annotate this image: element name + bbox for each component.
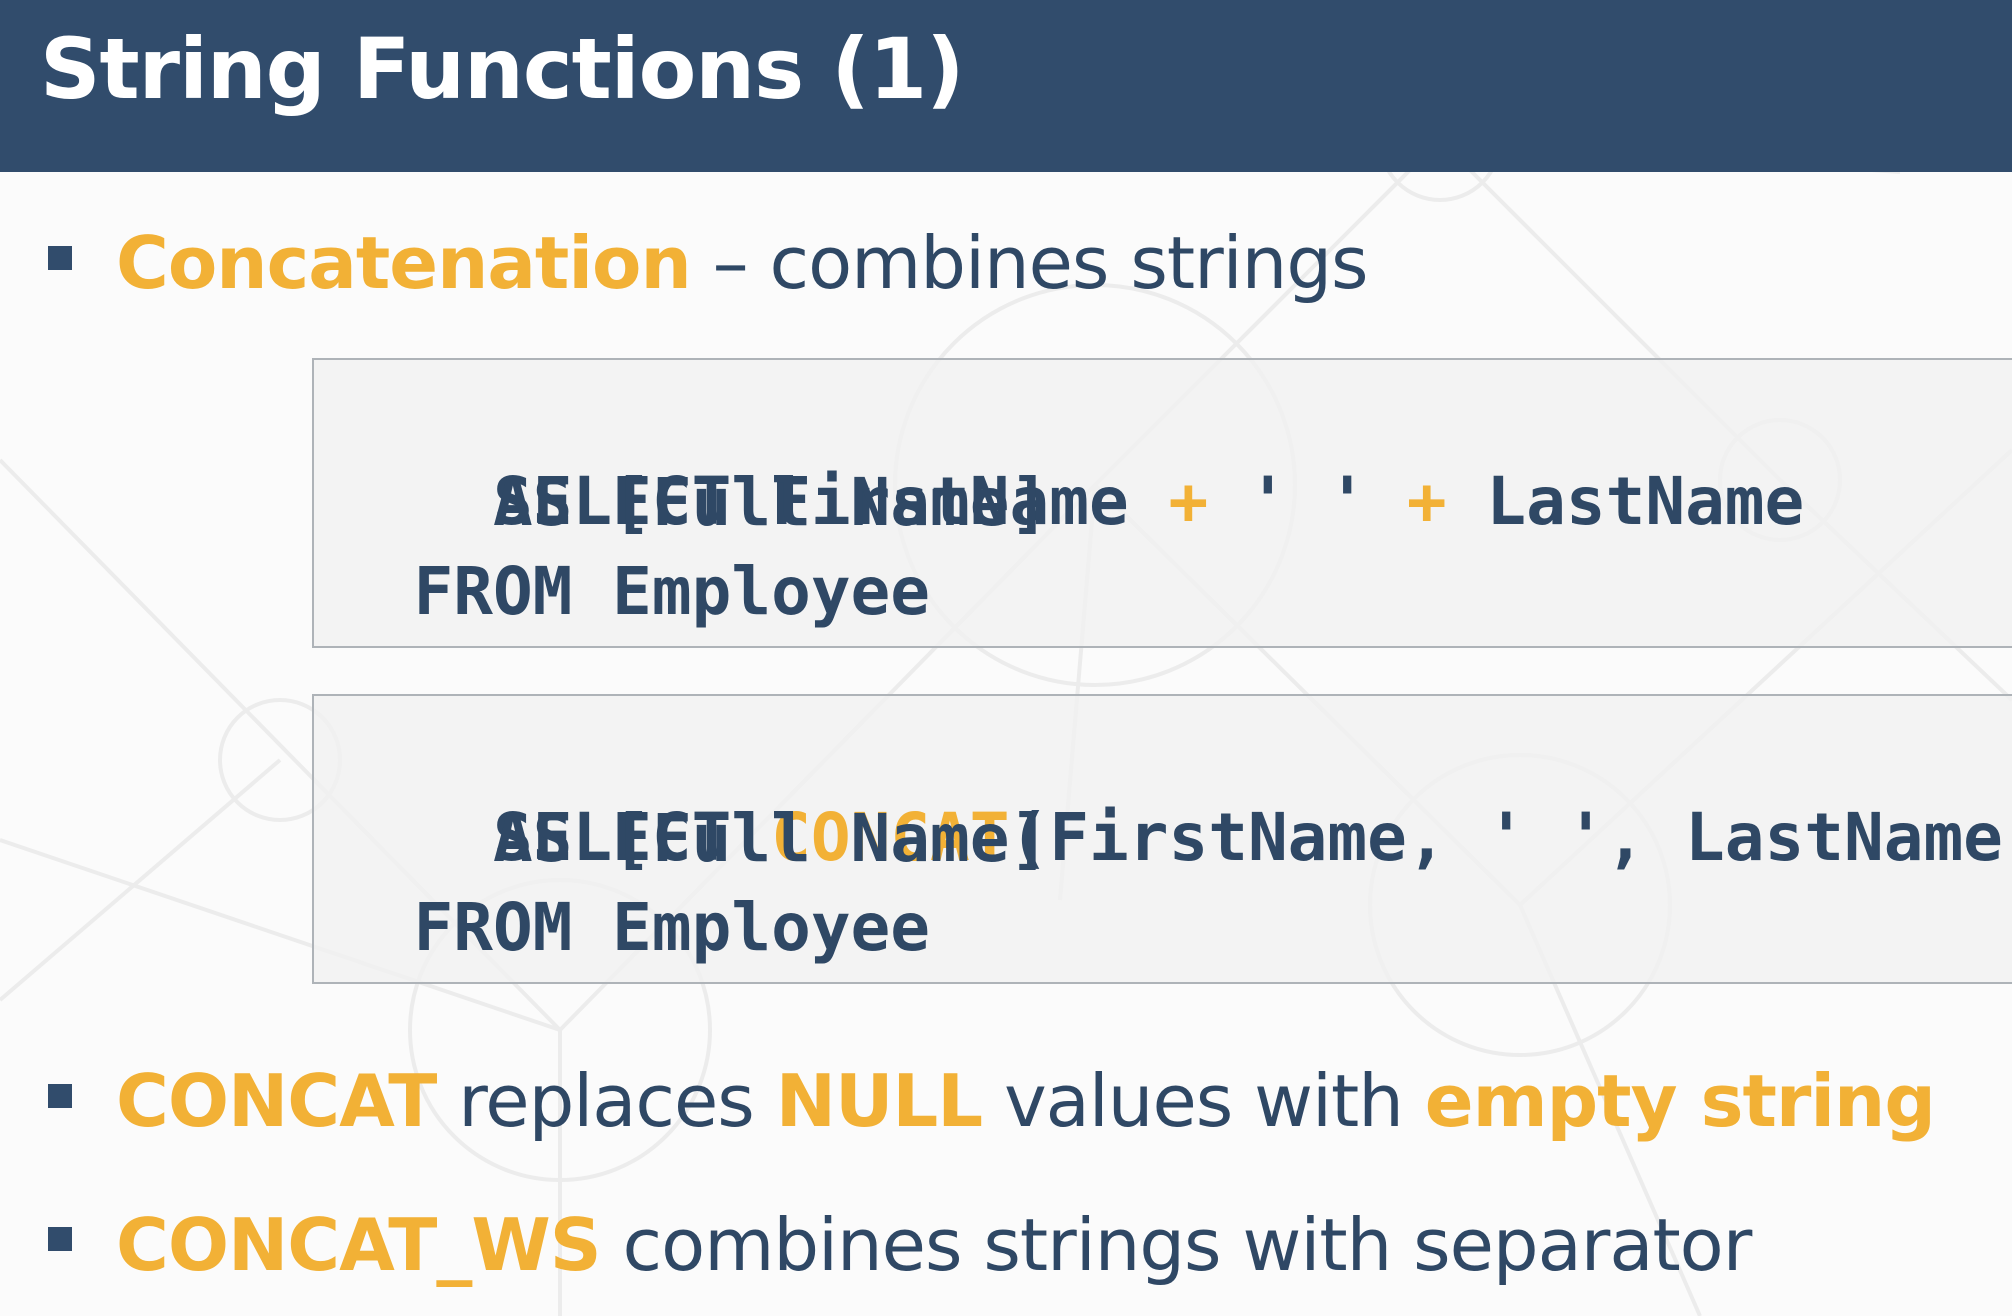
bullet-text: CONCAT_WS combines strings with separato… [116,1200,1753,1290]
background-line [0,758,282,1002]
empty-string-term: empty string [1424,1059,1936,1143]
bullet-text: Concatenation – combines strings [116,218,1369,308]
bullet-concat-null: CONCAT replaces NULL values with empty s… [0,1052,2012,1148]
concat-arguments: (FirstName, ' ', LastName) [1009,799,2012,876]
code-line-3: FROM Employee [334,553,931,630]
bullet-square-icon [48,246,72,270]
code-line-2: AS [Full Name] [334,800,1050,877]
code-line-3: FROM Employee [334,889,931,966]
title-bar: String Functions (1) [0,0,2012,172]
concatenation-term: Concatenation [116,221,692,305]
lastname-token: LastName [1446,463,1805,540]
bullet-concat-ws: CONCAT_WS combines strings with separato… [0,1198,2012,1294]
null-term: NULL [775,1059,983,1143]
concat-ws-description: combines strings with separator [600,1203,1753,1287]
code-block-plus-operator: SELECT FirstName + ' ' + LastName AS [Fu… [312,358,2012,648]
space-string-token: ' ' [1208,463,1407,540]
plus-operator: + [1406,463,1447,540]
bullet-square-icon [48,1084,72,1108]
concat-term: CONCAT [116,1059,437,1143]
bullet-text: CONCAT replaces NULL values with empty s… [116,1056,1936,1146]
plus-operator: + [1168,463,1209,540]
replaces-text: replaces [436,1059,776,1143]
bullet-square-icon [48,1227,72,1251]
bullet-concatenation: Concatenation – combines strings [0,216,2012,312]
page-title: String Functions (1) [40,20,965,118]
code-block-concat-function: SELECT CONCAT(FirstName, ' ', LastName) … [312,694,2012,984]
code-line-2: AS [Full Name] [334,464,1050,541]
concatenation-description: – combines strings [690,221,1369,305]
values-with-text: values with [982,1059,1425,1143]
concat-ws-term: CONCAT_WS [116,1203,602,1287]
